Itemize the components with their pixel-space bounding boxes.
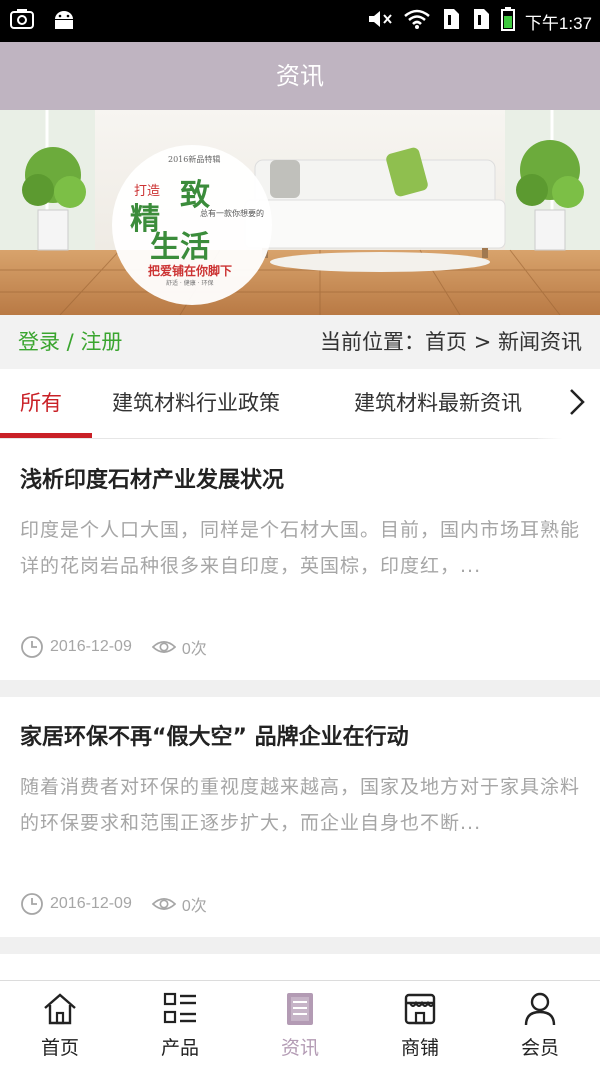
news-views: 0次	[181, 641, 207, 658]
nav-news[interactable]: 资讯	[240, 981, 360, 1067]
wifi-icon	[403, 8, 431, 34]
banner-tiny: 舒适 · 健康 · 环保	[166, 280, 214, 287]
bottom-nav: 首页 产品 资讯 商铺 会员	[0, 980, 600, 1067]
sim2-icon	[471, 7, 491, 35]
banner-illustration	[0, 110, 600, 315]
banner-slogan: 把爱铺在你脚下	[148, 264, 233, 278]
document-icon	[287, 993, 313, 1025]
news-meta: 2016-12-09 0次	[20, 634, 207, 660]
nav-member[interactable]: 会员	[480, 981, 600, 1067]
grid-list-icon	[163, 992, 196, 1024]
shop-icon	[404, 993, 436, 1025]
nav-products[interactable]: 产品	[120, 981, 240, 1067]
news-title[interactable]: 浅析印度石材产业发展状况	[20, 462, 284, 494]
screenshot-icon	[10, 8, 34, 34]
chevron-right-icon	[568, 387, 586, 421]
battery-icon	[500, 7, 515, 35]
news-meta: 2016-12-09 0次	[20, 891, 207, 917]
page-title: 资讯	[276, 62, 324, 90]
nav-label: 商铺	[400, 1037, 439, 1059]
divider	[0, 937, 600, 954]
app-header: 资讯	[0, 42, 600, 110]
eye-icon	[151, 641, 176, 653]
eye-icon	[151, 898, 176, 910]
news-item[interactable]: 家居环保不再“假大空” 品牌企业在行动 随着消费者对环保的重视度越来越高，国家及…	[0, 697, 600, 937]
breadcrumb: 当前位置：首页 > 新闻资讯	[320, 330, 582, 354]
home-icon	[44, 993, 76, 1025]
tabs-scroll-right-button[interactable]	[538, 369, 600, 439]
news-title[interactable]: 家居环保不再“假大空” 品牌企业在行动	[20, 719, 409, 751]
nav-label: 首页	[40, 1037, 79, 1059]
tab-industry-policy[interactable]: 建筑材料行业政策	[112, 369, 280, 438]
clock: 下午1:37	[524, 13, 592, 33]
news-summary: 印度是个人口大国，同样是个石材大国。目前，国内市场耳熟能详的花岗岩品种很多来自印…	[20, 519, 581, 577]
active-tab-indicator	[0, 433, 92, 438]
news-views: 0次	[181, 898, 207, 915]
news-date: 2016-12-09	[50, 895, 132, 912]
tab-all[interactable]: 所有	[20, 369, 62, 438]
tab-latest-news[interactable]: 建筑材料最新资讯	[354, 369, 522, 438]
android-icon	[52, 8, 76, 34]
clock-icon	[21, 893, 43, 915]
news-date: 2016-12-09	[50, 638, 132, 655]
banner-big3: 生活	[150, 230, 210, 265]
location-bar: 登录 / 注册 当前位置：首页 > 新闻资讯	[0, 315, 600, 369]
nav-label: 会员	[520, 1037, 559, 1059]
sim1-icon	[441, 7, 461, 35]
banner-small-text: 2016新品特辑	[168, 155, 221, 164]
news-summary: 随着消费者对环保的重视度越来越高，国家及地方对于家具涂料的环保要求和范围正逐步扩…	[20, 776, 581, 834]
banner-sub: 总有一款你想要的	[200, 209, 264, 218]
clock-icon	[21, 636, 43, 658]
nav-home[interactable]: 首页	[0, 981, 120, 1067]
status-bar: 下午1:37	[0, 0, 600, 42]
category-tabs: 所有 建筑材料行业政策 建筑材料最新资讯	[0, 369, 600, 439]
nav-label: 产品	[160, 1037, 199, 1059]
mute-icon	[367, 8, 393, 34]
nav-label: 资讯	[280, 1037, 319, 1059]
banner-image[interactable]: 2016新品特辑 打造 精 致 生活 总有一款你想要的 把爱铺在你脚下 舒适 ·…	[0, 110, 600, 315]
nav-shops[interactable]: 商铺	[360, 981, 480, 1067]
news-item[interactable]: 浅析印度石材产业发展状况 印度是个人口大国，同样是个石材大国。目前，国内市场耳熟…	[0, 440, 600, 680]
login-register-link[interactable]: 登录 / 注册	[18, 315, 122, 369]
divider	[0, 680, 600, 697]
user-icon	[524, 992, 556, 1026]
